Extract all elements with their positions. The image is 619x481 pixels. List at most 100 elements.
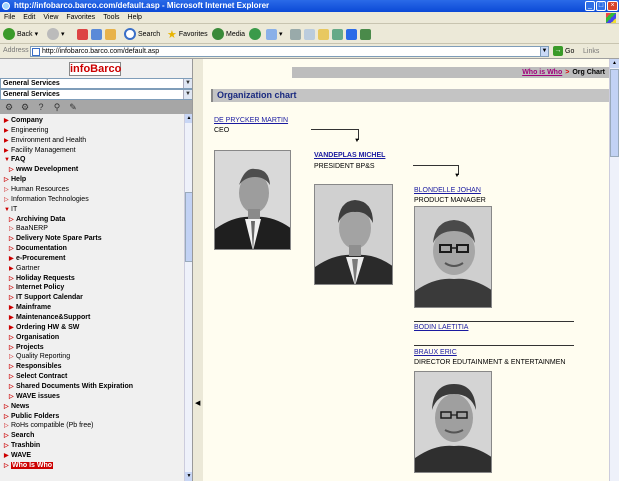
print-button[interactable]: [290, 27, 303, 41]
person-title: CEO: [214, 127, 230, 134]
sidebar-item[interactable]: ▼IT: [4, 205, 17, 215]
stop-button[interactable]: [77, 27, 90, 41]
minimize-button[interactable]: _: [585, 1, 595, 11]
scroll-down-icon[interactable]: ▼: [185, 472, 192, 481]
sidebar-item[interactable]: ▶ Maintenance&Support: [9, 313, 90, 323]
sidebar-item[interactable]: ▷ BaaNERP: [9, 224, 48, 234]
logo-area: infoBarco: [0, 59, 192, 78]
sidebar-item[interactable]: ▷ Documentation: [9, 244, 67, 254]
site-select-1[interactable]: General Services ▼: [0, 78, 192, 89]
sidebar-item[interactable]: ▷ IT Support Calendar: [9, 293, 83, 303]
gear-icon[interactable]: ⚙: [20, 102, 30, 112]
sidebar-item[interactable]: ▷ Help: [4, 175, 26, 185]
sidebar-item[interactable]: ▷ Shared Documents With Expiration: [9, 382, 133, 392]
home-button[interactable]: [105, 27, 118, 41]
refresh-icon: [91, 28, 102, 40]
sidebar-item[interactable]: ▼FAQ: [4, 155, 25, 165]
sidebar-item[interactable]: ▷ Archiving Data: [9, 215, 65, 225]
sidebar-item[interactable]: ▷ Projects: [9, 343, 44, 353]
scroll-up-icon[interactable]: ▲: [185, 114, 192, 123]
address-dropdown-button[interactable]: ▼: [540, 46, 549, 57]
person-name-link[interactable]: BRAUX ERIC: [414, 348, 457, 357]
menu-help[interactable]: Help: [124, 12, 146, 24]
expand-marker-icon: ▷: [4, 186, 9, 193]
site-select-2[interactable]: General Services ▼: [0, 89, 192, 100]
search-icon[interactable]: ⚲: [52, 102, 62, 112]
sidebar-item[interactable]: ▷ Who Is Who: [4, 461, 54, 471]
person-name-link[interactable]: VANDEPLAS MICHEL: [314, 151, 385, 160]
sidebar-item[interactable]: ▶ Ordering HW & SW: [9, 323, 79, 333]
menu-tools[interactable]: Tools: [99, 12, 123, 24]
content-scrollbar[interactable]: ▲: [609, 59, 619, 481]
infobarco-logo[interactable]: infoBarco: [69, 62, 121, 76]
person-name-link[interactable]: BLONDELLE JOHAN: [414, 186, 481, 195]
media-button[interactable]: Media: [212, 27, 245, 41]
maximize-button[interactable]: □: [596, 1, 606, 11]
sidebar-item[interactable]: ▷ Internet Policy: [9, 283, 64, 293]
sidebar-item[interactable]: ▷ Delivery Note Spare Parts: [9, 234, 102, 244]
sidebar-item[interactable]: ▷ Human Resources: [4, 185, 69, 195]
sidebar-item[interactable]: ▷ Organisation: [9, 333, 59, 343]
sidebar-item[interactable]: ▷ Select Contract: [9, 372, 67, 382]
search-icon: [124, 28, 136, 40]
sidebar-item[interactable]: ▷ WAVE issues: [9, 392, 60, 402]
sidebar-item[interactable]: ▶ Mainframe: [9, 303, 51, 313]
mail-button[interactable]: ▾: [266, 27, 283, 41]
menu-edit[interactable]: Edit: [19, 12, 39, 24]
sidebar-item[interactable]: ▷ Quality Reporting: [9, 352, 70, 362]
sidebar-item[interactable]: ▷ Responsibles: [9, 362, 62, 372]
messenger-button[interactable]: [346, 27, 359, 41]
toolbar-extra-button-1[interactable]: [332, 27, 345, 41]
toolbar-extra-button-2[interactable]: [360, 27, 373, 41]
sidebar-item[interactable]: ▶ Engineering: [4, 126, 48, 136]
close-button[interactable]: ×: [607, 1, 618, 11]
settings-icon[interactable]: ⚙: [4, 102, 14, 112]
sidebar-item-label: Search: [11, 432, 35, 440]
sidebar-item[interactable]: ▶ Environment and Health: [4, 136, 86, 146]
sidebar-item[interactable]: ▷ News: [4, 402, 29, 412]
sidebar-item[interactable]: ▷ Trashbin: [4, 441, 40, 451]
sidebar-item[interactable]: ▶ WAVE: [4, 451, 31, 461]
sidebar-item[interactable]: ▶ Facility Management: [4, 146, 76, 156]
go-button[interactable]: → Go: [553, 46, 574, 56]
sidebar-item-label: Projects: [16, 343, 44, 351]
refresh-button[interactable]: [91, 27, 104, 41]
frame-splitter[interactable]: ◀: [193, 59, 203, 481]
sidebar-item[interactable]: ▷ Public Folders: [4, 412, 59, 422]
person-name-link[interactable]: BODIN LAETITIA: [414, 323, 468, 332]
expand-marker-icon: ▶: [9, 324, 14, 331]
address-label: Address: [3, 47, 29, 54]
sidebar-scrollbar[interactable]: ▲ ▼: [184, 114, 192, 481]
sidebar-item[interactable]: ▷ Search: [4, 431, 34, 441]
sidebar-item[interactable]: ▷ www Development: [9, 165, 78, 175]
person-title: PRODUCT MANAGER: [414, 197, 486, 204]
edit-button[interactable]: [304, 27, 317, 41]
address-input[interactable]: http://infobarco.barco.com/default.asp: [30, 46, 548, 57]
sidebar-item[interactable]: ▶ e-Procurement: [9, 254, 65, 264]
collapse-left-icon[interactable]: ◀: [195, 399, 200, 407]
edit-icon[interactable]: ✎: [68, 102, 78, 112]
sidebar-item[interactable]: ▶ Company: [4, 116, 43, 126]
menu-favorites[interactable]: Favorites: [62, 12, 99, 24]
history-button[interactable]: [249, 27, 263, 41]
folder-button[interactable]: [318, 27, 331, 41]
forward-button[interactable]: ▾: [47, 27, 65, 41]
sidebar-item[interactable]: ▷ RoHs compatible (Pb free): [4, 421, 93, 431]
back-button[interactable]: Back ▾: [3, 27, 38, 41]
sidebar-item[interactable]: ▷ Information Technologies: [4, 195, 89, 205]
expand-marker-icon: ▷: [9, 354, 14, 361]
links-button[interactable]: Links: [583, 48, 599, 55]
breadcrumb-link-who-is-who[interactable]: Who is Who: [522, 69, 562, 76]
expand-marker-icon: ▷: [4, 462, 9, 469]
person-name-link[interactable]: DE PRYCKER MARTIN: [214, 116, 288, 125]
menu-view[interactable]: View: [39, 12, 62, 24]
menu-file[interactable]: File: [0, 12, 19, 24]
sidebar-item[interactable]: ▷ Holiday Requests: [9, 274, 75, 284]
favorites-button[interactable]: ★ Favorites: [167, 27, 208, 41]
scroll-up-icon[interactable]: ▲: [610, 59, 619, 68]
scroll-thumb[interactable]: [610, 69, 619, 157]
sidebar-item[interactable]: ▶ Gartner: [9, 264, 40, 274]
search-button[interactable]: Search: [124, 27, 160, 41]
scroll-thumb[interactable]: [185, 192, 192, 262]
help-icon[interactable]: ?: [36, 102, 46, 112]
